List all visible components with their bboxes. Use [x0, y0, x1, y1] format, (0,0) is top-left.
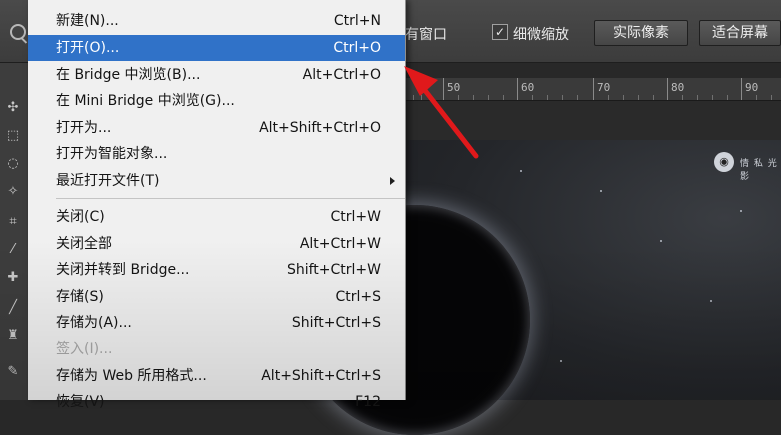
- annotation-arrow-head: [404, 66, 438, 96]
- annotation-arrow-icon: [404, 66, 479, 159]
- annotation-arrow-shaft: [417, 81, 479, 159]
